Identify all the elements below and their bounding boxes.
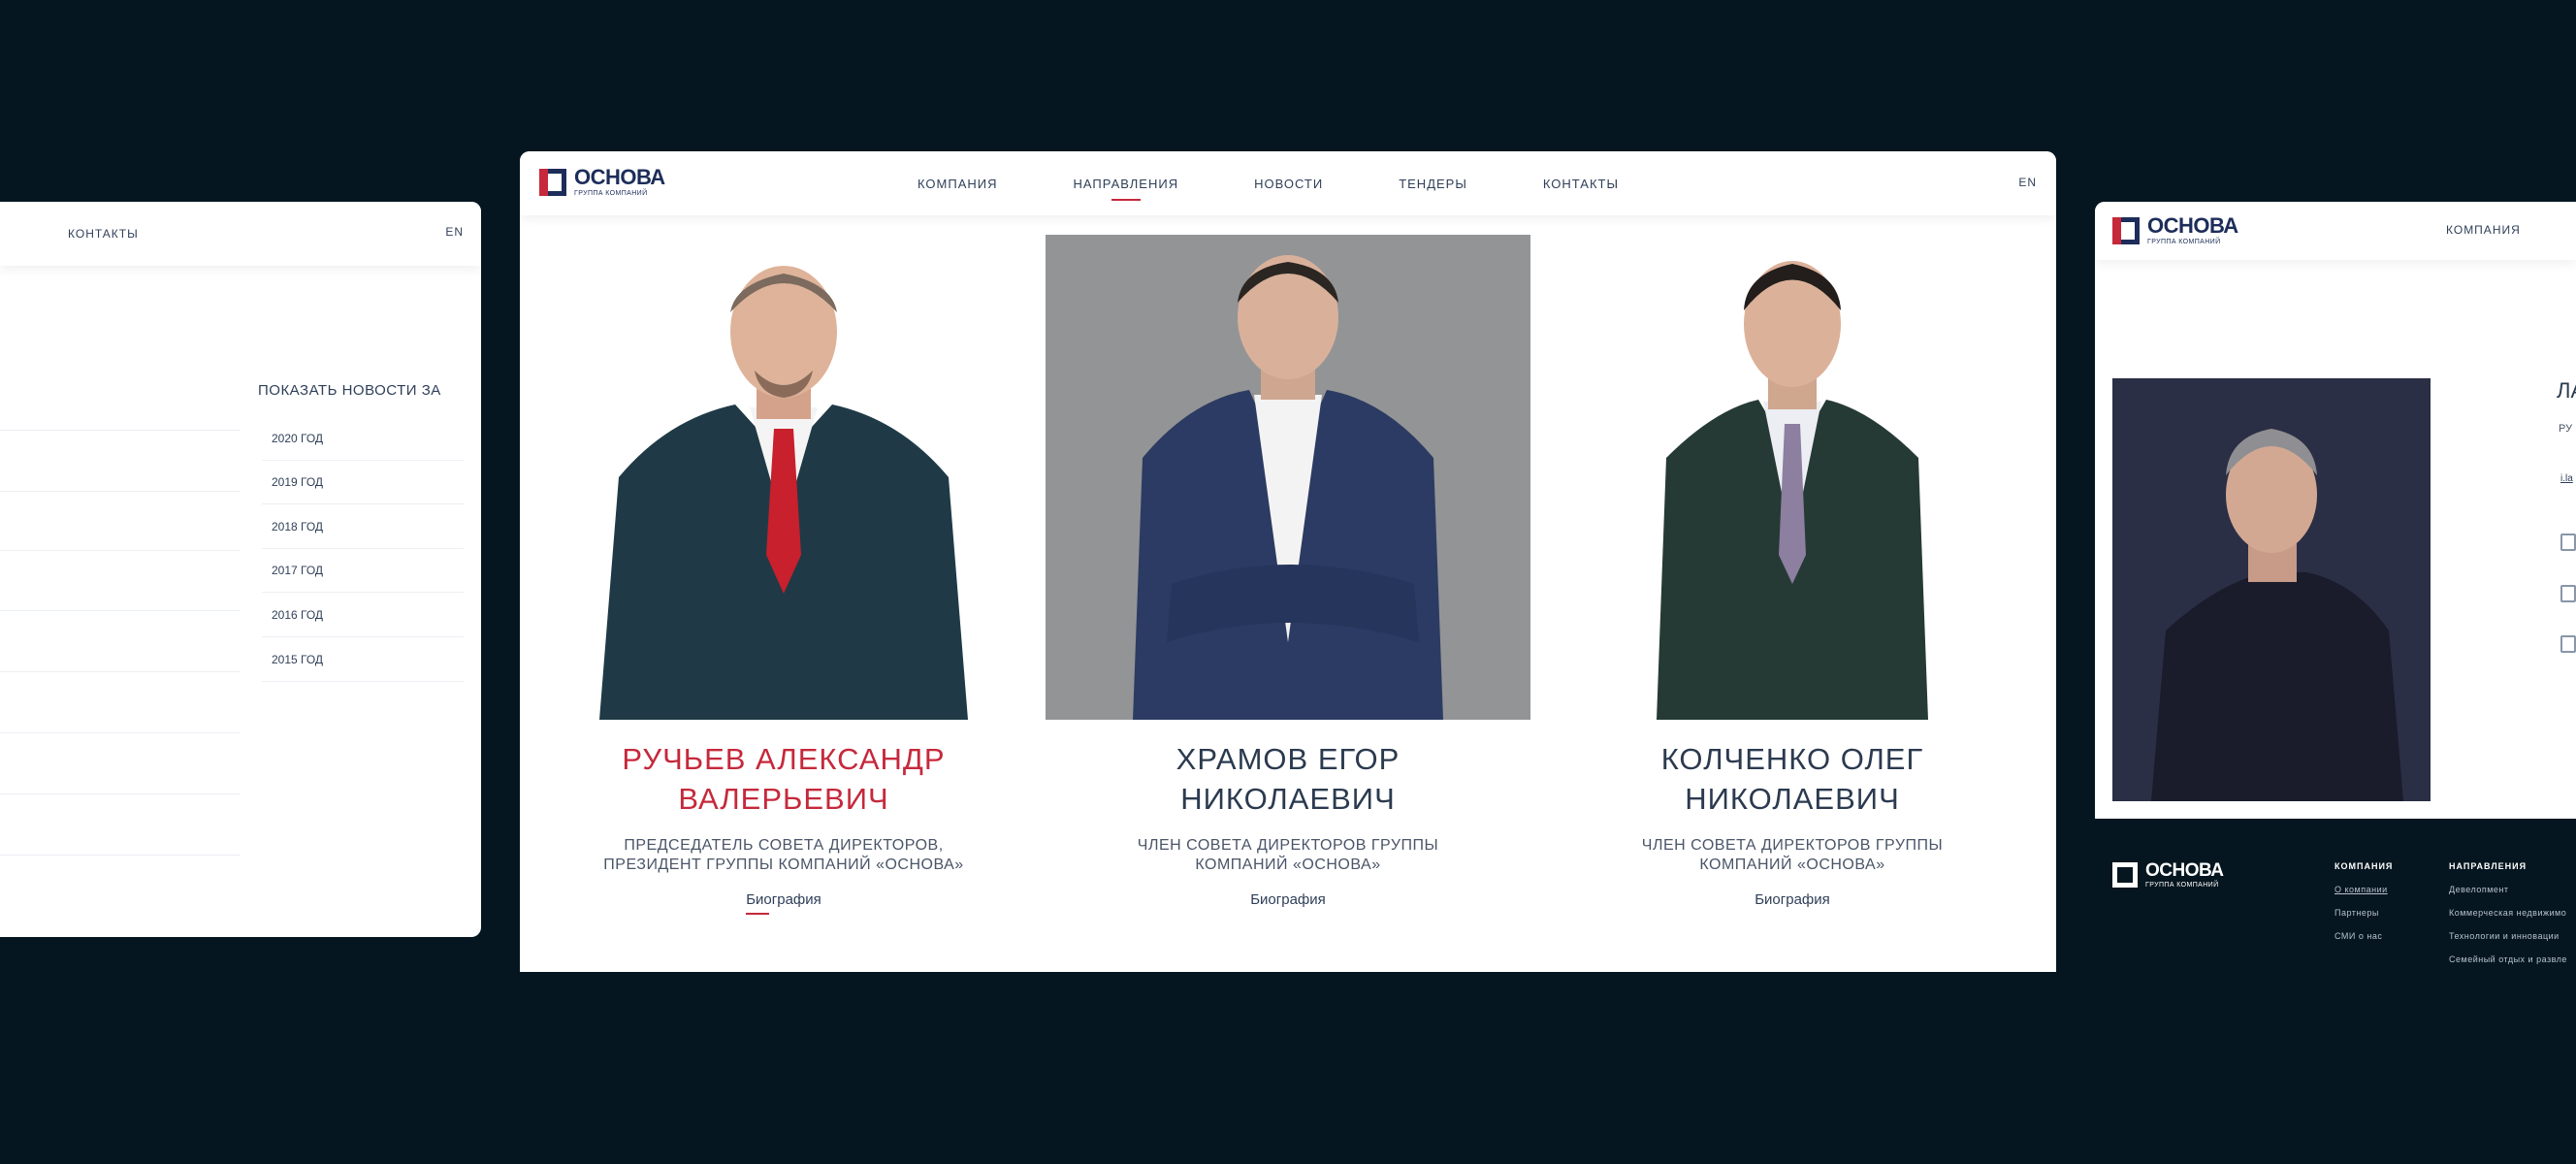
person-name-partial: ЛА [2557, 378, 2576, 403]
divider [0, 732, 241, 733]
divider [0, 610, 241, 611]
footer-link[interactable]: Девелопмент [2449, 885, 2509, 894]
biography-link[interactable]: Биография [1550, 891, 2035, 908]
footer-logo[interactable]: ОСНОВА ГРУППА КОМПАНИЙ [2112, 861, 2224, 889]
main-page: ОСНОВА ГРУППА КОМПАНИЙ КОМПАНИЯ НАПРАВЛЕ… [520, 151, 2056, 972]
year-item[interactable]: 2017 ГОД [262, 549, 464, 593]
person-photo [541, 235, 1026, 720]
year-item[interactable]: 2020 ГОД [262, 417, 464, 461]
divider [0, 793, 241, 794]
nav-contacts[interactable]: КОНТАКТЫ [68, 202, 139, 266]
main-nav: КОМПАНИЯ НАПРАВЛЕНИЯ НОВОСТИ ТЕНДЕРЫ КОН… [918, 151, 1619, 215]
right-header: ОСНОВА ГРУППА КОМПАНИЙ КОМПАНИЯ [2095, 202, 2576, 260]
person-name[interactable]: РУЧЬЕВ АЛЕКСАНДР ВАЛЕРЬЕВИЧ [541, 739, 1026, 819]
person-card: РУЧЬЕВ АЛЕКСАНДР ВАЛЕРЬЕВИЧ ПРЕДСЕДАТЕЛЬ… [541, 235, 1026, 972]
footer-link[interactable]: СМИ о нас [2334, 931, 2382, 941]
logo-subtitle: ГРУППА КОМПАНИЙ [2147, 239, 2221, 245]
footer-col-heading: НАПРАВЛЕНИЯ [2449, 861, 2528, 871]
nav-contacts[interactable]: КОНТАКТЫ [1543, 177, 1619, 191]
person-role-partial: РУ [2559, 423, 2573, 435]
person-role: ЧЛЕН СОВЕТА ДИРЕКТОРОВ ГРУППЫ КОМПАНИЙ «… [1641, 837, 1944, 873]
left-page-preview: КОНТАКТЫ EN ПОКАЗАТЬ НОВОСТИ ЗА 2020 ГОД… [0, 202, 481, 937]
nav-directions[interactable]: НАПРАВЛЕНИЯ [1074, 177, 1179, 201]
footer-link[interactable]: Партнеры [2334, 908, 2379, 918]
divider [0, 855, 241, 856]
divider [0, 491, 241, 492]
document-icon[interactable] [2560, 585, 2576, 602]
document-icon[interactable] [2560, 635, 2576, 653]
portrait-illustration [1046, 235, 1530, 720]
logo[interactable]: ОСНОВА ГРУППА КОМПАНИЙ [2112, 215, 2238, 245]
person-card: КОЛЧЕНКО ОЛЕГ НИКОЛАЕВИЧ ЧЛЕН СОВЕТА ДИР… [1550, 235, 2035, 972]
person-name[interactable]: ХРАМОВ ЕГОР НИКОЛАЕВИЧ [1046, 739, 1530, 819]
logo-mark-icon [539, 168, 566, 196]
person-photo [2112, 378, 2431, 801]
main-header: ОСНОВА ГРУППА КОМПАНИЙ КОМПАНИЯ НАПРАВЛЕ… [520, 151, 2056, 215]
lang-switch[interactable]: EN [445, 225, 464, 239]
person-role: ПРЕДСЕДАТЕЛЬ СОВЕТА ДИРЕКТОРОВ, ПРЕЗИДЕН… [603, 837, 964, 873]
lang-switch[interactable]: EN [2018, 176, 2037, 189]
nav-company[interactable]: КОМПАНИЯ [2446, 223, 2521, 237]
biography-link[interactable]: Биография [541, 891, 1026, 908]
person-card: ХРАМОВ ЕГОР НИКОЛАЕВИЧ ЧЛЕН СОВЕТА ДИРЕК… [1046, 235, 1530, 972]
right-page-preview: ОСНОВА ГРУППА КОМПАНИЙ КОМПАНИЯ ЛА РУ i.… [2095, 202, 2576, 819]
footer: ОСНОВА ГРУППА КОМПАНИЙ КОМПАНИЯ О компан… [2095, 819, 2576, 1013]
logo[interactable]: ОСНОВА ГРУППА КОМПАНИЙ [539, 167, 665, 197]
portrait-illustration [2112, 378, 2431, 801]
link-partial[interactable]: i.la [2560, 473, 2573, 484]
person-photo [1550, 235, 2035, 720]
logo-mark-icon [2112, 216, 2140, 244]
divider [0, 430, 241, 431]
portrait-illustration [1657, 261, 1928, 720]
year-item[interactable]: 2016 ГОД [262, 594, 464, 637]
nav-company[interactable]: КОМПАНИЯ [918, 177, 998, 191]
person-role: ЧЛЕН СОВЕТА ДИРЕКТОРОВ ГРУППЫ КОМПАНИЙ «… [1137, 837, 1439, 873]
logo-subtitle: ГРУППА КОМПАНИЙ [574, 190, 648, 197]
logo-name: ОСНОВА [2147, 213, 2238, 238]
logo-name: ОСНОВА [574, 165, 665, 189]
year-item[interactable]: 2018 ГОД [262, 505, 464, 549]
left-header: КОНТАКТЫ EN [0, 202, 481, 266]
footer-link[interactable]: О компании [2334, 885, 2388, 894]
footer-link[interactable]: Коммерческая недвижимо [2449, 908, 2566, 918]
footer-col-heading: КОМПАНИЯ [2334, 861, 2394, 871]
year-item[interactable]: 2015 ГОД [262, 638, 464, 682]
footer-link[interactable]: Технологии и инновации [2449, 931, 2560, 941]
nav-news[interactable]: НОВОСТИ [1254, 177, 1323, 191]
person-name[interactable]: КОЛЧЕНКО ОЛЕГ НИКОЛАЕВИЧ [1550, 739, 2035, 819]
divider [0, 671, 241, 672]
divider [0, 550, 241, 551]
year-item[interactable]: 2019 ГОД [262, 461, 464, 504]
news-filter-title: ПОКАЗАТЬ НОВОСТИ ЗА [258, 382, 441, 399]
footer-link[interactable]: Семейный отдых и развле [2449, 954, 2567, 964]
document-icon[interactable] [2560, 534, 2576, 551]
portrait-illustration [599, 266, 968, 720]
logo-mark-icon [2112, 862, 2138, 888]
biography-link[interactable]: Биография [1046, 891, 1530, 908]
person-photo [1046, 235, 1530, 720]
nav-tenders[interactable]: ТЕНДЕРЫ [1399, 177, 1467, 191]
